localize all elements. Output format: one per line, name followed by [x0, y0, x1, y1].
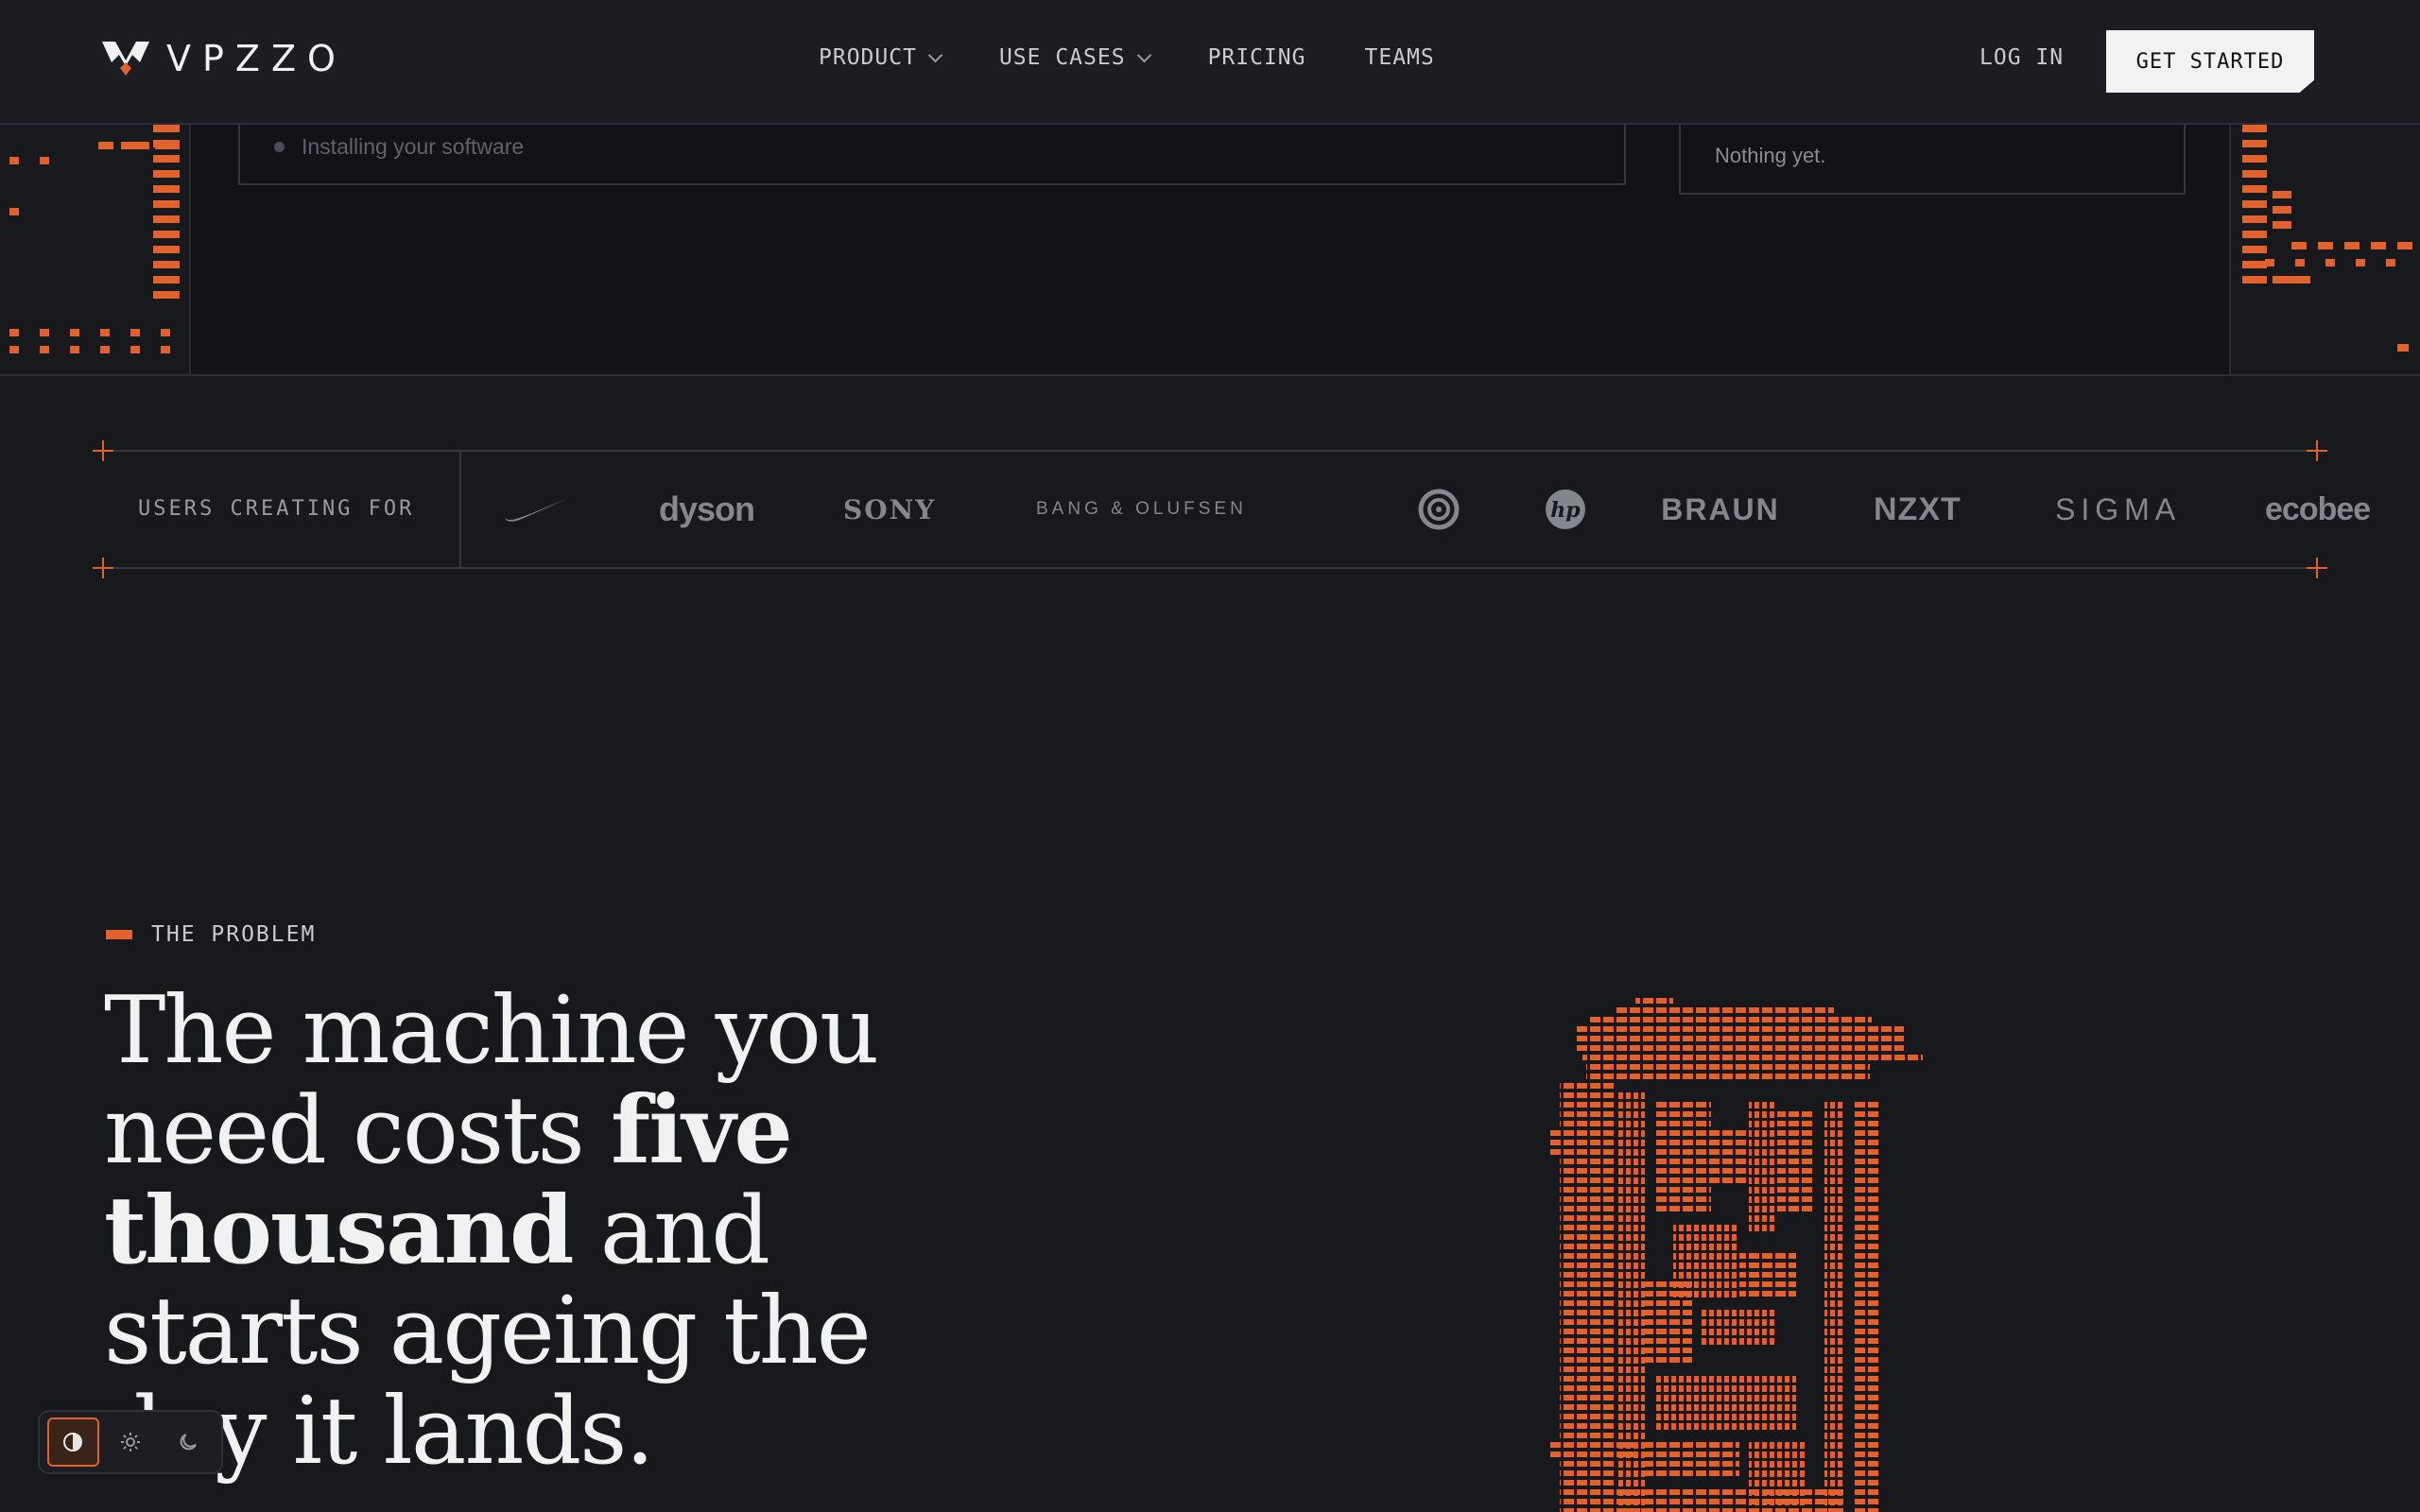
theme-light-button[interactable] — [105, 1418, 157, 1467]
bang-olufsen-logo: BANG & OLUFSEN — [1036, 499, 1247, 519]
nav-product[interactable]: PRODUCT — [819, 45, 943, 70]
hp-logo: hp — [1545, 452, 1586, 567]
logo-mark-icon — [102, 42, 149, 76]
contrast-icon — [63, 1433, 83, 1452]
status-panel: Nothing yet. — [1679, 125, 2186, 195]
divider — [459, 452, 461, 567]
chevron-down-icon — [927, 47, 943, 62]
nav-pricing[interactable]: PRICING — [1208, 45, 1306, 70]
logo-wordmark: VPZZO — [166, 38, 347, 79]
main-nav: PRODUCT USE CASES PRICING TEAMS — [819, 45, 1435, 70]
theme-toggle — [38, 1410, 223, 1474]
section-eyebrow: THE PROBLEM — [106, 922, 316, 947]
accent-bar — [106, 930, 132, 939]
nav-use-cases[interactable]: USE CASES — [998, 45, 1151, 70]
list-item: Installing your software — [274, 134, 524, 160]
pixel-art-illustration — [1550, 998, 1923, 1512]
nav-use-cases-label: USE CASES — [998, 45, 1126, 70]
login-link[interactable]: LOG IN — [1979, 45, 2064, 70]
install-panel: Installing your software — [238, 125, 1626, 185]
dyson-logo: dyson — [659, 490, 755, 528]
top-nav: VPZZO PRODUCT USE CASES PRICING TEAMS LO… — [0, 0, 2420, 125]
sony-logo: SONY — [843, 493, 937, 525]
nav-teams-label: TEAMS — [1364, 45, 1435, 70]
theme-system-button[interactable] — [47, 1418, 99, 1467]
corner-plus-icon — [93, 440, 113, 461]
customer-logos: USERS CREATING FOR dyson SONY BANG & OLU… — [93, 440, 2371, 578]
sigma-logo: SIGMA — [2055, 491, 2182, 526]
nzxt-logo: NZXT — [1874, 490, 1962, 527]
bullet-icon — [274, 142, 285, 152]
ecobee-logo: ecobee — [2265, 490, 2371, 527]
braun-logo: BRAUN — [1661, 491, 1780, 526]
nav-product-label: PRODUCT — [819, 45, 917, 70]
svg-text:hp: hp — [1550, 498, 1581, 523]
logos-label: USERS CREATING FOR — [138, 497, 415, 521]
nav-teams[interactable]: TEAMS — [1365, 45, 1435, 70]
ubisoft-logo — [1418, 452, 1460, 567]
get-started-button[interactable]: GET STARTED — [2106, 30, 2314, 93]
problem-headline: The machine you need costs five thousand… — [104, 981, 1049, 1482]
nike-logo — [503, 452, 571, 567]
product-demo-section: Installing your software Nothing yet. — [0, 125, 2420, 376]
empty-state-text: Nothing yet. — [1715, 144, 1826, 167]
corner-plus-icon — [93, 558, 113, 578]
chevron-down-icon — [1136, 47, 1151, 62]
sun-icon — [121, 1433, 141, 1452]
demo-window: Installing your software Nothing yet. — [189, 125, 2231, 374]
theme-dark-button[interactable] — [162, 1418, 214, 1467]
eyebrow-label: THE PROBLEM — [151, 922, 317, 947]
moon-icon — [180, 1434, 197, 1451]
list-item-text: Installing your software — [302, 134, 525, 159]
nav-pricing-label: PRICING — [1207, 45, 1306, 70]
logo[interactable]: VPZZO — [102, 38, 347, 79]
